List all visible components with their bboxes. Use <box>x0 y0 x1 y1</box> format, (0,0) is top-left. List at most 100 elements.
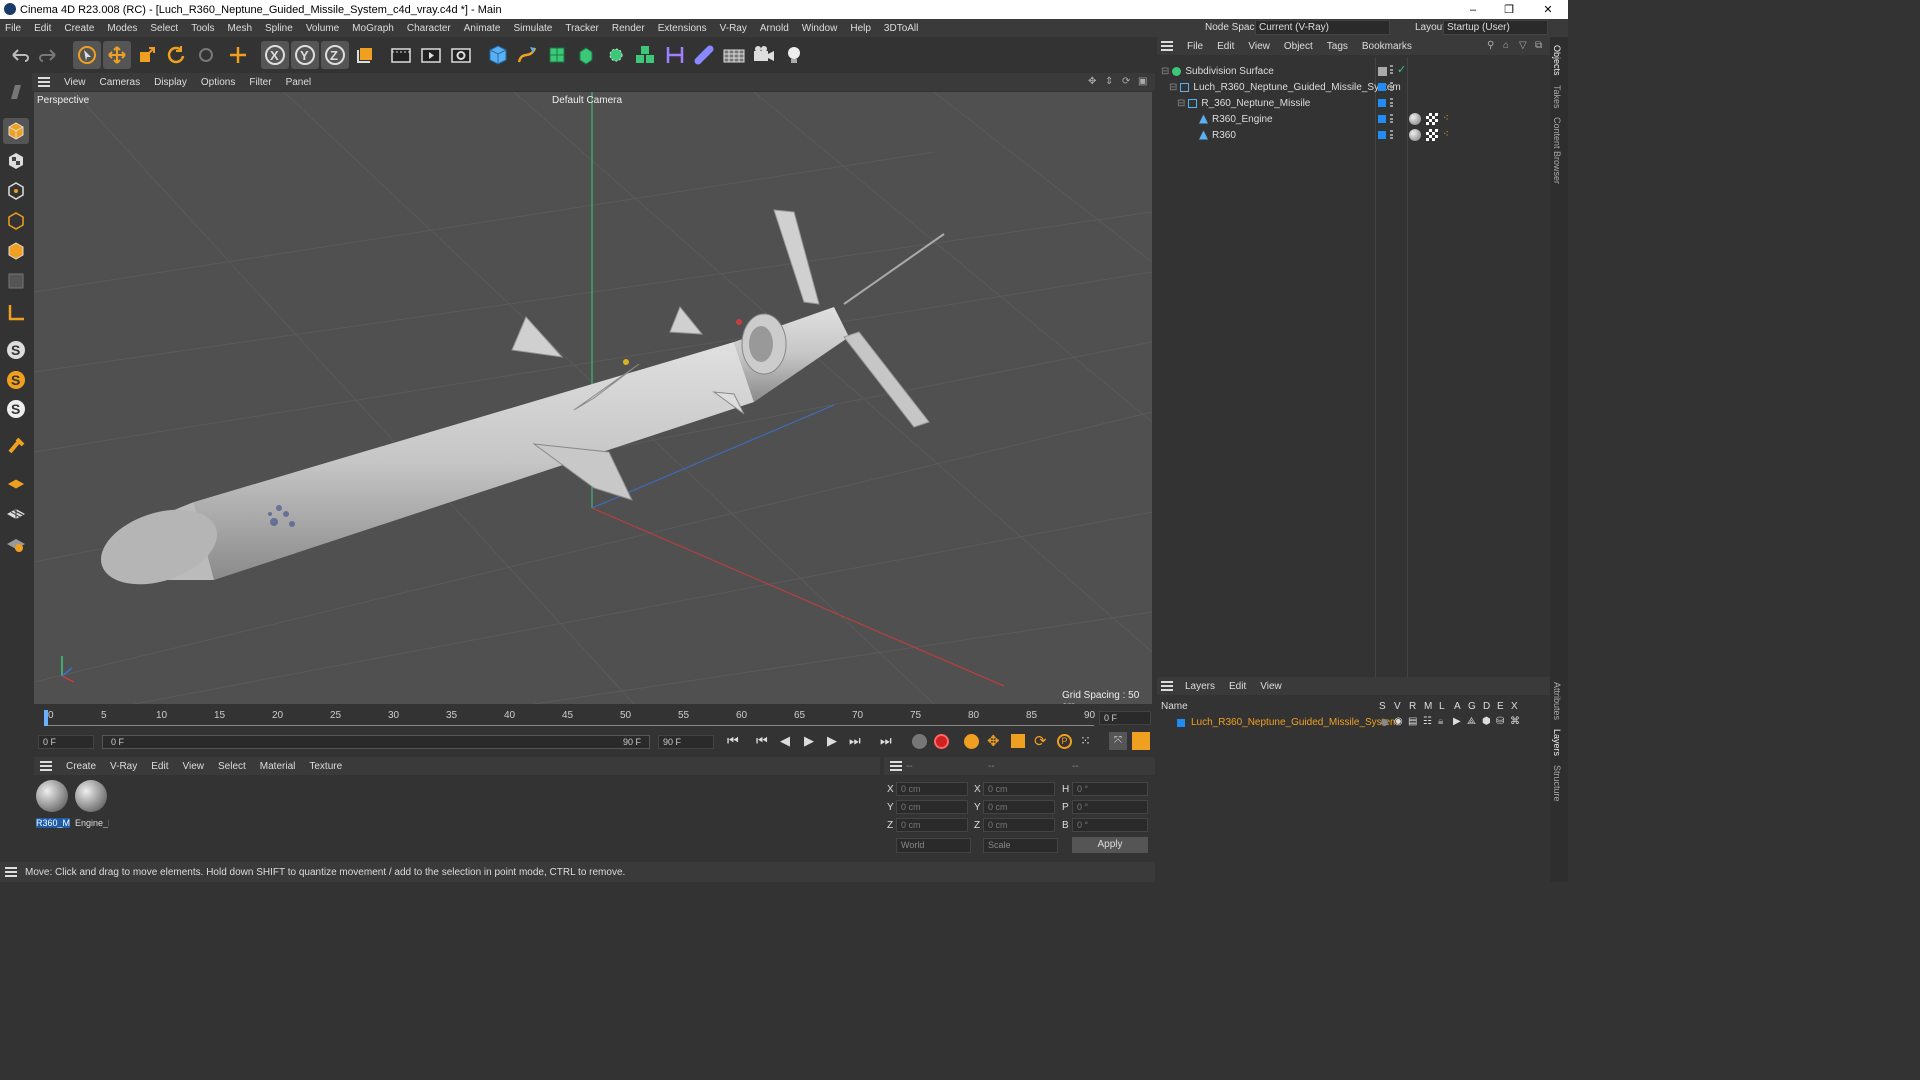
visibility-dots-icon[interactable] <box>1390 82 1393 91</box>
start-frame-field[interactable]: 0 F <box>38 735 94 749</box>
pos-y-field[interactable]: 0 cm <box>896 800 968 814</box>
rot-p-field[interactable]: 0 ° <box>1072 800 1148 814</box>
viewport-menu-panel[interactable]: Panel <box>286 77 312 88</box>
menu-render[interactable]: Render <box>607 23 653 34</box>
layers-menu-edit[interactable]: Edit <box>1229 681 1246 692</box>
object-menu-edit[interactable]: Edit <box>1217 41 1234 52</box>
tab-structure[interactable]: Structure <box>1552 765 1562 802</box>
redo-icon[interactable] <box>34 41 62 69</box>
snap-settings-icon[interactable]: S <box>3 367 29 393</box>
object-row[interactable]: R360_Engine ⁖ <box>1157 111 1550 127</box>
object-menu-object[interactable]: Object <box>1284 41 1313 52</box>
status-hamburger-icon[interactable] <box>5 867 17 877</box>
visibility-dots-icon[interactable] <box>1390 65 1393 74</box>
viewport-menu-view[interactable]: View <box>64 77 86 88</box>
workplane-icon[interactable] <box>3 470 29 496</box>
material-swatch[interactable]: Engine_I <box>75 780 109 828</box>
menu-arnold[interactable]: Arnold <box>755 23 797 34</box>
object-menu-file[interactable]: File <box>1187 41 1203 52</box>
tab-takes[interactable]: Takes <box>1552 85 1562 109</box>
object-home-icon[interactable]: ⌂ <box>1503 40 1509 51</box>
layer-color-icon[interactable] <box>1378 83 1386 94</box>
texture-tag-icon[interactable] <box>1426 113 1438 125</box>
3d-viewport[interactable]: Perspective Default Camera Grid Spacing … <box>34 92 1152 704</box>
size-x-field[interactable]: 0 cm <box>983 782 1055 796</box>
live-selection-icon[interactable] <box>192 41 220 69</box>
frame-range-slider[interactable]: 0 F 90 F <box>102 735 650 749</box>
size-z-field[interactable]: 0 cm <box>983 818 1055 832</box>
menu-simulate[interactable]: Simulate <box>508 23 560 34</box>
node-space-select[interactable]: Current (V-Ray) <box>1255 20 1390 35</box>
viewport-camera-label[interactable]: Default Camera <box>552 95 622 106</box>
material-menu-view[interactable]: View <box>182 761 204 772</box>
previous-frame-icon[interactable]: ◀ <box>780 733 790 749</box>
camera-icon[interactable] <box>750 41 778 69</box>
object-row[interactable]: ⊟ Luch_R360_Neptune_Guided_Missile_Syste… <box>1157 79 1550 95</box>
workplane-snap-icon[interactable]: S <box>3 396 29 422</box>
menu-character[interactable]: Character <box>402 23 459 34</box>
viewport-menu-options[interactable]: Options <box>201 77 235 88</box>
menu-animate[interactable]: Animate <box>459 23 509 34</box>
key-pla-icon[interactable]: ⁙ <box>1080 733 1091 749</box>
viewport-rotate-icon[interactable]: ⟳ <box>1122 76 1130 87</box>
grid-workplane-icon[interactable] <box>3 500 29 526</box>
visibility-dots-icon[interactable] <box>1390 130 1393 139</box>
motion-system-icon[interactable]: ⤧ <box>1109 732 1127 750</box>
layers-menu-view[interactable]: View <box>1260 681 1282 692</box>
mograph-icon[interactable] <box>631 41 659 69</box>
enabled-check-icon[interactable]: ✓ <box>1397 63 1406 76</box>
timeline-layout-icon[interactable] <box>1132 732 1150 750</box>
rot-h-field[interactable]: 0 ° <box>1072 782 1148 796</box>
menu-window[interactable]: Window <box>797 23 846 34</box>
current-frame-field[interactable]: 0 F <box>1099 711 1151 725</box>
cloner-icon[interactable] <box>602 41 630 69</box>
polygon-mode-icon[interactable] <box>3 238 29 264</box>
menu-create[interactable]: Create <box>59 23 102 34</box>
move-tool-icon[interactable] <box>103 41 131 69</box>
object-menu-bookmarks[interactable]: Bookmarks <box>1362 41 1412 52</box>
key-parameter-icon[interactable]: P <box>1057 734 1072 749</box>
point-mode-icon[interactable] <box>3 178 29 204</box>
render-picture-viewer-icon[interactable] <box>417 41 445 69</box>
maximize-button[interactable]: ❐ <box>1491 0 1527 19</box>
object-menu-tags[interactable]: Tags <box>1327 41 1348 52</box>
object-filter-icon[interactable]: ▽ <box>1519 40 1527 51</box>
layer-color-icon[interactable] <box>1378 131 1386 142</box>
undo-icon[interactable] <box>6 41 34 69</box>
render-view-icon[interactable] <box>387 41 415 69</box>
transform-tool-icon[interactable] <box>224 41 252 69</box>
layers-menu-layers[interactable]: Layers <box>1185 681 1215 692</box>
object-row[interactable]: ⊟ Subdivision Surface ✓ <box>1157 63 1550 79</box>
axis-mode-icon[interactable] <box>3 300 29 326</box>
transform-mode-select[interactable]: Scale <box>983 838 1058 853</box>
menu-tracker[interactable]: Tracker <box>560 23 607 34</box>
layer-color-icon[interactable] <box>1177 719 1185 730</box>
viewport-pan-icon[interactable]: ✥ <box>1088 76 1096 87</box>
material-menu-select[interactable]: Select <box>218 761 246 772</box>
next-key-icon[interactable]: ⏭ <box>849 733 861 749</box>
object-menu-view[interactable]: View <box>1248 41 1270 52</box>
menu-volume[interactable]: Volume <box>301 23 347 34</box>
view-eye-icon[interactable]: ◉ <box>1394 716 1403 727</box>
play-icon[interactable]: ▶ <box>804 733 814 749</box>
model-mode-icon[interactable] <box>3 118 29 144</box>
menu-modes[interactable]: Modes <box>102 23 145 34</box>
go-to-start-icon[interactable]: ⏮ <box>727 733 739 749</box>
material-menu-texture[interactable]: Texture <box>309 761 342 772</box>
tab-attributes[interactable]: Attributes <box>1552 682 1562 720</box>
viewport-menu-display[interactable]: Display <box>154 77 187 88</box>
vray-tag-icon[interactable]: ⁖ <box>1443 113 1449 124</box>
menu-3dtoall[interactable]: 3DToAll <box>879 23 926 34</box>
pos-z-field[interactable]: 0 cm <box>896 818 968 832</box>
record-active-icon[interactable] <box>912 734 927 749</box>
floor-icon[interactable] <box>720 41 748 69</box>
object-hamburger-icon[interactable] <box>1161 41 1173 51</box>
material-menu-vray[interactable]: V-Ray <box>110 761 137 772</box>
menu-vray[interactable]: V-Ray <box>715 23 755 34</box>
expression-icon[interactable]: ⛁ <box>1496 716 1504 727</box>
autokey-icon[interactable] <box>934 734 949 749</box>
key-rotation-icon[interactable]: ⟳ <box>1034 732 1047 750</box>
keyframe-selection-icon[interactable] <box>964 734 979 749</box>
edge-mode-icon[interactable] <box>3 208 29 234</box>
object-row[interactable]: ⊟ R_360_Neptune_Missile <box>1157 95 1550 111</box>
